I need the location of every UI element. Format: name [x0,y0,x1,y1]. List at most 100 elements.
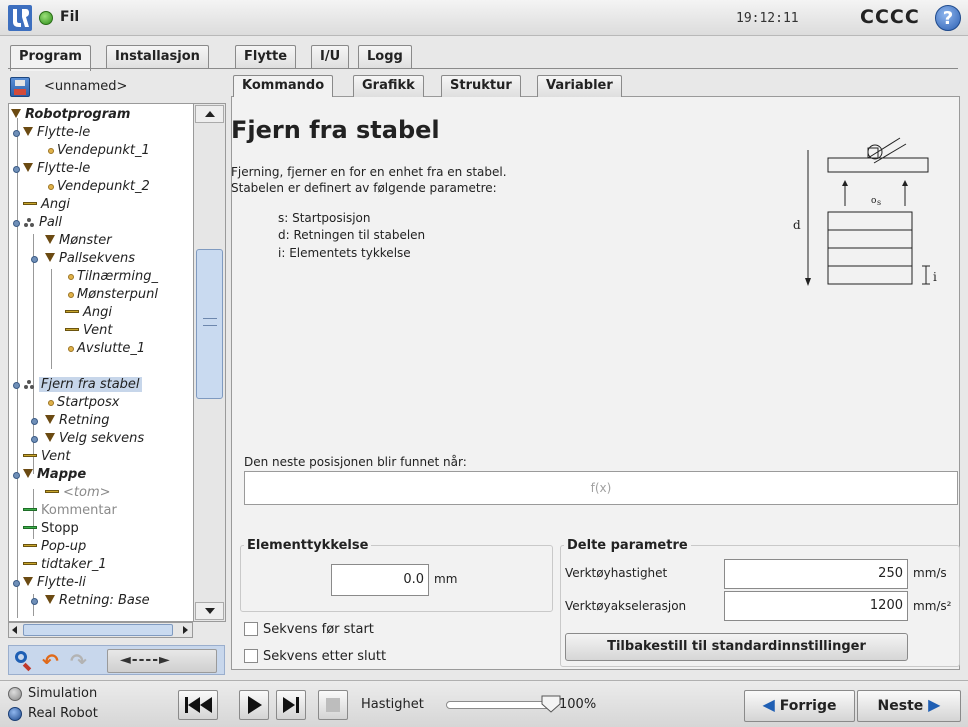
tab-io[interactable]: I/U [311,45,350,69]
title-bar: Fil 19:12:11 CCCC ? [0,0,968,36]
expand-toggle-icon[interactable] [13,130,20,137]
scroll-down-icon[interactable] [195,602,224,620]
stop-icon [326,698,340,712]
tree-node[interactable]: Velg sekvens [45,430,144,448]
tree-node[interactable]: <tom> [45,484,111,502]
stack-diagram-illustration: o s d i [793,137,937,286]
tree-node[interactable]: Pallsekvens [45,250,135,268]
bar-icon [23,562,37,565]
real-robot-label[interactable]: Real Robot [28,706,98,721]
tab-logg[interactable]: Logg [358,45,412,69]
triangle-icon [23,163,33,172]
expand-toggle-icon[interactable] [13,220,20,227]
expand-toggle-icon[interactable] [13,166,20,173]
tree-node[interactable]: Vendepunkt_1 [45,142,150,160]
tab-grafikk[interactable]: Grafikk [353,75,424,97]
step-forward-icon [283,697,299,713]
sequence-before-start-checkbox[interactable]: Sekvens før start [244,621,374,637]
page-title: Fjern fra stabel [231,116,440,144]
tree-node[interactable]: Pop-up [23,538,86,556]
expand-toggle-icon[interactable] [13,382,20,389]
waypoint-icon [68,291,74,298]
scroll-right-icon[interactable] [179,624,191,636]
play-button[interactable] [239,690,269,720]
previous-button[interactable]: ◀ Forrige [744,690,855,722]
tree-node[interactable]: Avslutte_1 [65,340,145,358]
tree-node[interactable]: Flytte-le [23,160,90,178]
scroll-thumb[interactable] [23,624,173,636]
tree-node[interactable]: Vent [65,322,112,340]
tree-node[interactable]: Mønsterpunl [65,286,158,304]
tree-node[interactable]: Kommentar [23,502,117,520]
save-icon[interactable] [10,77,30,97]
bar-icon [65,310,79,313]
checkbox-icon[interactable] [244,621,258,636]
tab-installasjon[interactable]: Installasjon [106,45,209,69]
rewind-button[interactable] [178,690,218,720]
tree-node[interactable]: Tilnærming_ [65,268,158,286]
redo-icon[interactable]: ↷ [67,649,91,673]
checkbox-icon[interactable] [244,648,258,663]
simulation-radio[interactable] [8,687,22,701]
parameter-item: d: Retningen til stabelen [278,228,426,242]
tree-node[interactable]: Vendepunkt_2 [45,178,150,196]
expand-toggle-icon[interactable] [31,418,38,425]
search-icon[interactable] [12,649,34,673]
waypoint-icon [48,183,54,190]
tab-struktur[interactable]: Struktur [441,75,521,97]
expand-toggle-icon[interactable] [31,598,38,605]
diagram-label-d: d [793,218,801,232]
tree-node[interactable]: Vent [23,448,70,466]
tree-node[interactable]: Robotprogram [11,106,130,124]
scroll-thumb[interactable] [196,249,223,399]
triangle-icon [23,577,33,586]
triangle-icon [45,595,55,604]
tree-node-selected[interactable]: Fjern fra stabel [23,376,142,394]
tab-kommando[interactable]: Kommando [233,75,334,97]
tree-node[interactable]: Mønster [45,232,112,250]
tree-horizontal-scrollbar[interactable] [8,622,193,638]
reset-defaults-button[interactable]: Tilbakestill til standardinnstillinger [565,633,908,661]
tree-node[interactable]: Flytte-li [23,574,86,592]
expand-toggle-icon[interactable] [13,580,20,587]
tree-node[interactable]: Mappe [23,466,86,484]
tree-node[interactable]: Startposx [45,394,119,412]
simulation-label[interactable]: Simulation [28,686,97,701]
expand-toggle-icon[interactable] [31,436,38,443]
help-icon[interactable]: ? [935,5,961,31]
scroll-left-icon[interactable] [10,624,22,636]
real-robot-radio[interactable] [8,707,22,721]
step-button[interactable] [276,690,306,720]
move-node-button[interactable]: ◄----► [107,649,217,673]
expand-toggle-icon[interactable] [31,256,38,263]
thickness-input[interactable]: 0.0 [331,564,429,596]
waypoint-icon [48,399,54,406]
tree-vertical-scrollbar[interactable] [193,103,226,622]
next-button[interactable]: Neste ▶ [857,690,961,722]
sequence-after-end-checkbox[interactable]: Sekvens etter slutt [244,648,386,664]
tree-node[interactable]: Angi [23,196,70,214]
tree-node[interactable]: tidtaker_1 [23,556,107,574]
tab-flytte[interactable]: Flytte [235,45,297,69]
robot-name: CCCC [860,6,920,28]
speed-label: Hastighet [361,697,424,712]
program-name: <unnamed> [44,79,128,94]
tree-node[interactable]: Pall [23,214,62,232]
tree-toolbar: ↶ ↷ ◄----► [8,645,225,675]
tree-node[interactable]: Retning: Base [45,592,150,610]
expression-field[interactable]: f(x) [244,471,958,505]
tree-node[interactable]: Retning [45,412,109,430]
expand-toggle-icon[interactable] [13,472,20,479]
tree-node[interactable]: Stopp [23,520,79,538]
stop-button[interactable] [318,690,348,720]
file-status-icon[interactable] [39,11,53,25]
program-tree[interactable]: Robotprogram Flytte-le Vendepunkt_1 Flyt… [8,103,211,622]
undo-icon[interactable]: ↶ [39,649,63,673]
scroll-up-icon[interactable] [195,105,224,123]
tool-accel-input[interactable]: 1200 [724,591,908,621]
tree-node[interactable]: Flytte-le [23,124,90,142]
file-menu[interactable]: Fil [60,9,79,25]
tab-variabler[interactable]: Variabler [537,75,622,97]
tool-speed-input[interactable]: 250 [724,559,908,589]
tree-node[interactable]: Angi [65,304,112,322]
